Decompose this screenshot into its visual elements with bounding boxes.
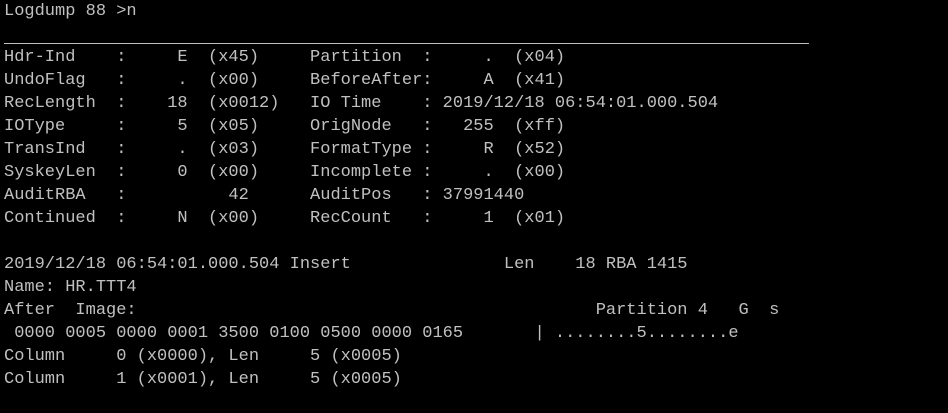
header-row: AuditRBA : 42 AuditPos : 37991440 xyxy=(4,186,525,205)
separator-line xyxy=(4,23,948,46)
hex-dump-line: 0000 0005 0000 0001 3500 0100 0500 0000 … xyxy=(4,324,739,343)
after-image-line: After Image: Partition 4 G s xyxy=(4,301,780,320)
terminal-window[interactable]: Logdump 88 >n Hdr-Ind : E (x45) Partitio… xyxy=(0,0,948,413)
column-line: Column 0 (x0000), Len 5 (x0005) xyxy=(4,347,402,366)
header-row: UndoFlag : . (x00) BeforeAfter: A (x41) xyxy=(4,71,566,90)
header-row: Continued : N (x00) RecCount : 1 (x01) xyxy=(4,209,566,228)
header-row: SyskeyLen : 0 (x00) Incomplete : . (x00) xyxy=(4,163,566,182)
column-line: Column 1 (x0001), Len 5 (x0005) xyxy=(4,370,402,389)
header-row: Hdr-Ind : E (x45) Partition : . (x04) xyxy=(4,48,566,67)
prompt-line: Logdump 88 >n xyxy=(4,2,137,21)
record-name-line: Name: HR.TTT4 xyxy=(4,278,137,297)
header-row: RecLength : 18 (x0012) IO Time : 2019/12… xyxy=(4,94,719,113)
header-row: IOType : 5 (x05) OrigNode : 255 (xff) xyxy=(4,117,566,136)
record-summary-line: 2019/12/18 06:54:01.000.504 Insert Len 1… xyxy=(4,255,688,274)
separator-rule xyxy=(4,43,809,44)
header-row: TransInd : . (x03) FormatType : R (x52) xyxy=(4,140,566,159)
